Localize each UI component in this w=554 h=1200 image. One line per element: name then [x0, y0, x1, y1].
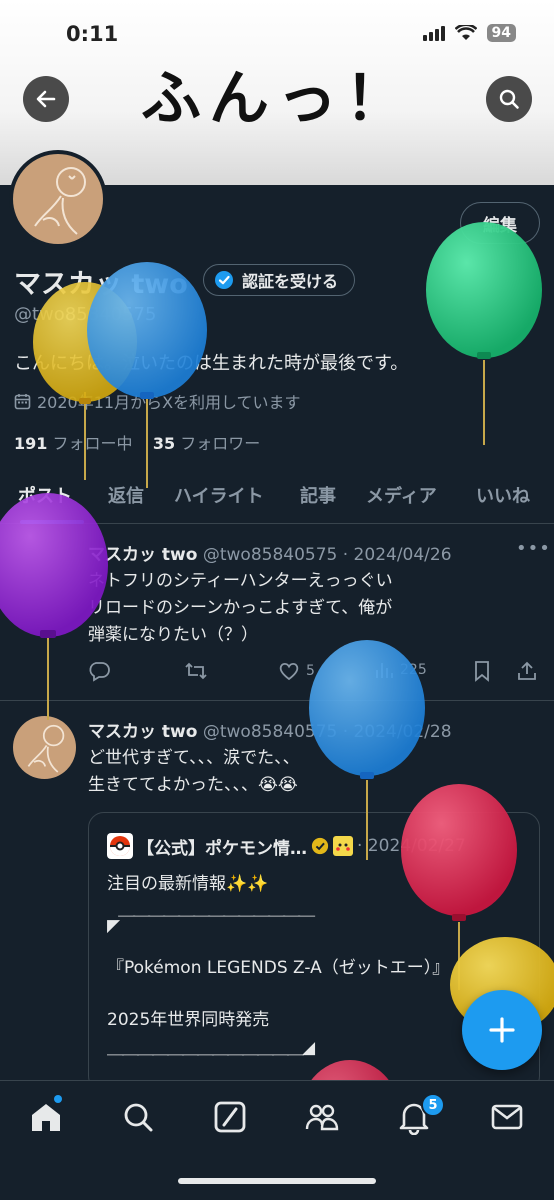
following-link[interactable]: 191 フォロー中 — [14, 434, 133, 453]
profile-name: マスカッ two — [14, 269, 188, 300]
tweet-text: ネトフリのシティーハンターえっっぐい リロードのシーンかっこよすぎて、俺が 弾薬… — [88, 568, 518, 649]
like-button[interactable]: 5 — [278, 660, 315, 682]
tweet-header: マスカッ two @two85840575 · 2024/04/26 — [88, 540, 452, 565]
tweet-more-button[interactable]: ••• — [516, 538, 551, 559]
calendar-icon — [14, 393, 31, 409]
tweet-author-name[interactable]: マスカッ two — [88, 722, 197, 742]
home-indicator — [178, 1178, 376, 1184]
search-icon — [499, 89, 519, 109]
tweet-text: ど世代すぎて、、、涙でた、、 生きててよかった、、、😭😭 — [88, 745, 518, 799]
bookmark-icon — [475, 661, 489, 682]
tweet-author-handle: @two85840575 — [202, 545, 338, 565]
status-icons: 94 — [422, 24, 516, 42]
nav-grok[interactable] — [212, 1099, 248, 1135]
nav-messages[interactable] — [489, 1099, 525, 1135]
search-icon — [124, 1103, 153, 1132]
tweet-actions: 5 225 — [88, 660, 540, 684]
arrow-left-icon — [36, 90, 56, 108]
get-verified-label: 認証を受ける — [242, 272, 339, 291]
repost-button[interactable] — [184, 660, 208, 682]
tab-likes[interactable]: いいね — [476, 482, 530, 508]
tab-highlights[interactable]: ハイライト — [174, 482, 264, 508]
tab-replies[interactable]: 返信 — [108, 482, 144, 508]
bookmark-button[interactable] — [472, 660, 492, 682]
nav-home[interactable] — [28, 1099, 64, 1135]
search-button[interactable] — [486, 76, 532, 122]
share-button[interactable] — [516, 660, 538, 682]
quoted-text-line: 注目の最新情報✨✨ — [107, 874, 269, 894]
heart-icon — [279, 662, 299, 681]
followers-count: 35 — [152, 434, 176, 453]
grok-icon — [214, 1101, 246, 1133]
tweet-author-name[interactable]: マスカッ two — [88, 545, 197, 565]
like-count: 5 — [306, 663, 315, 679]
notification-badge: 5 — [421, 1093, 445, 1117]
tweet-header: マスカッ two @two85840575 · 2024/02/28 — [88, 717, 452, 742]
quoted-text-line: 『Pokémon LEGENDS Z-A（ゼットエー）』 — [107, 958, 450, 978]
quoted-author-name[interactable]: 【公式】ポケモン情… — [137, 834, 307, 859]
tab-posts[interactable]: ポスト — [18, 482, 72, 508]
pokeball-icon — [107, 833, 133, 859]
quoted-tweet-date: · 2024/02/27 — [357, 836, 466, 856]
active-tab-indicator — [20, 520, 84, 524]
edit-profile-button[interactable]: 編集 — [460, 202, 540, 244]
tweet-date[interactable]: · 2024/02/28 — [343, 722, 452, 742]
tweet-date[interactable]: · 2024/04/26 — [343, 545, 452, 565]
tab-articles[interactable]: 記事 — [300, 482, 336, 508]
back-button[interactable] — [23, 76, 69, 122]
view-count: 225 — [400, 662, 427, 678]
tweet-text-line: リロードのシーンかっこよすぎて、俺が — [88, 598, 393, 618]
nav-search[interactable] — [120, 1099, 156, 1135]
home-icon — [32, 1104, 60, 1131]
following-label: フォロー中 — [52, 434, 133, 453]
quoted-text-line: ◤￣￣￣￣￣￣￣￣￣￣￣￣￣ — [107, 916, 315, 936]
plus-icon — [489, 1017, 515, 1043]
signal-icon — [422, 25, 445, 41]
mail-icon — [491, 1104, 523, 1130]
views-chart-icon — [376, 663, 393, 678]
share-icon — [518, 661, 536, 680]
tweet-avatar[interactable] — [13, 716, 76, 779]
avatar-drawing-icon — [34, 167, 86, 235]
nav-communities[interactable] — [304, 1099, 340, 1135]
followers-link[interactable]: 35 フォロワー — [153, 434, 260, 453]
wifi-icon — [454, 25, 477, 40]
compose-post-button[interactable] — [462, 990, 542, 1070]
reply-button[interactable] — [88, 660, 110, 682]
quoted-text-line: ＿＿＿＿＿＿＿＿＿＿＿＿＿◢ — [107, 1038, 315, 1058]
joined-date: 2020年11月からXを利用しています — [14, 389, 301, 413]
profile-tabs: ポスト 返信 ハイライト 記事 メディア いいね — [0, 470, 554, 524]
affiliate-pikachu-icon — [333, 836, 353, 856]
repost-icon — [185, 662, 207, 680]
views-button[interactable]: 225 — [374, 660, 427, 680]
tweet-text-line: 弾薬になりたい（？） — [88, 625, 258, 645]
verified-badge-icon — [215, 271, 233, 289]
quoted-text-line: 2025年世界同時発売 — [107, 1010, 270, 1030]
home-unread-dot — [54, 1095, 62, 1103]
banner-title: ふんっ！ — [141, 64, 413, 134]
gold-verified-badge-icon — [311, 837, 329, 855]
tweet-text-line: ど世代すぎて、、、涙でた、、 — [88, 748, 300, 768]
battery-indicator: 94 — [486, 24, 516, 42]
reply-icon — [89, 662, 110, 682]
followers-label: フォロワー — [180, 434, 261, 453]
profile-handle: @two85840575 — [14, 304, 157, 325]
follow-stats: 191 フォロー中 35 フォロワー — [14, 430, 260, 454]
quoted-tweet-header: 【公式】ポケモン情… · 2024/02/27 — [107, 833, 466, 859]
tweet-divider — [0, 700, 554, 701]
tweet-text-line: ネトフリのシティーハンターえっっぐい — [88, 571, 393, 591]
tab-media[interactable]: メディア — [366, 482, 437, 508]
balloon-green-icon — [426, 222, 542, 445]
joined-text: 2020年11月からXを利用しています — [37, 393, 301, 412]
communities-icon — [305, 1104, 339, 1131]
profile-avatar[interactable] — [9, 150, 107, 248]
status-time: 0:11 — [66, 22, 119, 46]
get-verified-button[interactable]: 認証を受ける — [203, 264, 356, 296]
following-count: 191 — [14, 434, 48, 453]
tweet-author-handle: @two85840575 — [202, 722, 338, 742]
profile-bio: こんにちは。泣いたのは生まれた時が最後です。 — [14, 353, 409, 374]
avatar-drawing-icon — [27, 724, 65, 773]
tweet-text-line: 生きててよかった、、、😭😭 — [88, 775, 298, 795]
